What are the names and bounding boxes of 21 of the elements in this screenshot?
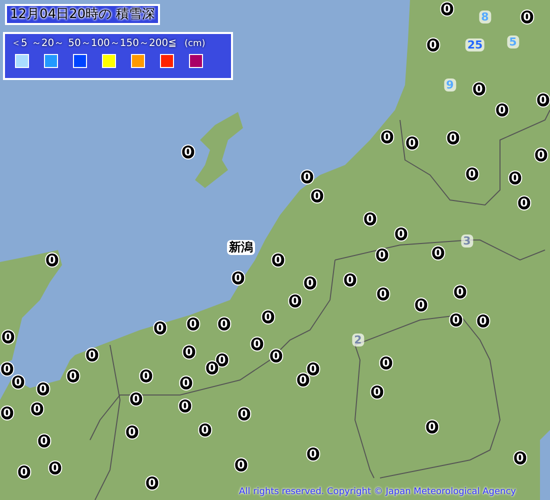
snow-depth-marker: 0 [85, 348, 99, 362]
snow-depth-marker: 0 [231, 270, 245, 286]
snow-depth-marker: 2 [352, 334, 364, 346]
snow-depth-marker: 5 [507, 36, 519, 48]
snow-depth-marker: 3 [461, 234, 473, 248]
legend-unit: (cm) [184, 38, 206, 50]
map-title: 12月04日20時の 積雪深 [5, 4, 160, 25]
snow-depth-marker: 0 [181, 144, 195, 160]
snow-depth-marker: 0 [153, 320, 167, 336]
snow-depth-marker: 9 [444, 78, 456, 92]
snow-depth-marker: 8 [479, 10, 491, 24]
snow-depth-marker: 0 [0, 362, 14, 376]
snow-depth-marker: 25 [465, 38, 485, 52]
snow-depth-marker: 0 [36, 382, 50, 396]
legend-scale-label: 50～100～150～200≦ [68, 38, 176, 50]
city-label: 新潟 [227, 240, 255, 255]
snow-depth-marker: 0 [11, 374, 25, 390]
snow-depth-marker: 0 [300, 170, 314, 184]
legend-scale-label: ＜5 [11, 38, 28, 50]
legend-scale-label: ～20～ [31, 38, 64, 50]
copyright-text: All rights reserved. Copyright © Japan Meteorological Agency [239, 487, 516, 498]
